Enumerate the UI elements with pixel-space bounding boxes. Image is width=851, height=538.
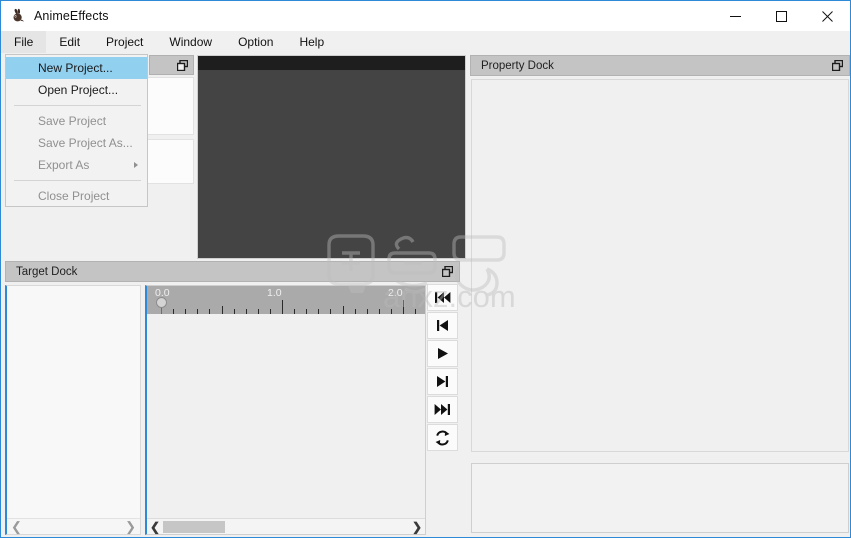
ruler-tick — [343, 306, 344, 314]
canvas-top-strip — [198, 56, 465, 70]
menu-separator-2 — [14, 180, 141, 181]
object-tree-panel[interactable]: ❮ ❯ — [5, 285, 141, 535]
menu-window[interactable]: Window — [156, 31, 225, 53]
menu-item-save-project: Save Project — [38, 114, 107, 128]
menu-item-export-as: Export As — [6, 154, 147, 176]
file-menu-dropdown: New Project... Open Project... Save Proj… — [5, 54, 148, 207]
menu-project[interactable]: Project — [93, 31, 156, 53]
menu-item-new-project[interactable]: New Project... — [6, 57, 147, 79]
minimize-button[interactable] — [712, 1, 758, 31]
ruler-tick — [222, 306, 223, 314]
scroll-left-icon[interactable]: ❮ — [11, 520, 22, 533]
ruler-label-2: 2.0 — [388, 287, 403, 299]
object-tree-hscrollbar[interactable]: ❮ ❯ — [7, 518, 140, 534]
menu-bar: File Edit Project Window Option Help — [1, 31, 850, 54]
tool-dock-titlebar — [149, 55, 194, 75]
object-tree-body[interactable] — [7, 286, 140, 518]
bottom-right-panel[interactable] — [471, 463, 849, 533]
timeline-scroll-thumb[interactable] — [163, 520, 225, 533]
menu-item-open-project[interactable]: Open Project... — [6, 79, 147, 101]
loop-toggle-button[interactable] — [427, 424, 458, 451]
playback-controls — [427, 284, 459, 452]
timeline-body[interactable] — [147, 314, 425, 518]
close-button[interactable] — [804, 1, 850, 31]
rabbit-app-icon — [10, 8, 26, 24]
target-dock-titlebar: Target Dock — [5, 261, 460, 282]
timeline-scroll-track[interactable] — [163, 519, 409, 535]
maximize-button[interactable] — [758, 1, 804, 31]
timeline-hscrollbar[interactable]: ❮ ❯ — [147, 518, 425, 534]
float-restore-icon[interactable] — [832, 60, 843, 71]
scroll-right-icon[interactable]: ❯ — [125, 520, 136, 533]
float-restore-icon[interactable] — [442, 266, 453, 277]
menu-item-close-project: Close Project — [38, 189, 110, 203]
menu-help[interactable]: Help — [286, 31, 337, 53]
timeline-ruler[interactable]: 0.0 1.0 2.0 — [147, 286, 425, 314]
window-controls — [712, 1, 850, 31]
float-restore-icon[interactable] — [177, 59, 188, 71]
property-dock-title: Property Dock — [481, 59, 554, 72]
ruler-tick — [403, 300, 404, 314]
window-title: AnimeEffects — [34, 9, 109, 23]
scroll-left-icon[interactable]: ❮ — [147, 519, 163, 535]
ruler-label-1: 1.0 — [267, 287, 282, 299]
property-dock-titlebar: Property Dock — [470, 55, 850, 76]
canvas-viewport[interactable] — [197, 55, 466, 259]
title-bar: AnimeEffects — [1, 1, 850, 31]
next-keyframe-button[interactable] — [427, 368, 458, 395]
play-button[interactable] — [427, 340, 458, 367]
menu-item-save-project-as: Save Project As... — [38, 136, 133, 150]
ruler-tick — [282, 300, 283, 314]
submenu-arrow-icon — [134, 161, 138, 168]
timeline-panel[interactable]: 0.0 1.0 2.0 ❮ ❯ — [145, 285, 426, 535]
property-dock-body[interactable] — [471, 79, 849, 452]
menu-separator-1 — [14, 105, 141, 106]
target-dock-title: Target Dock — [16, 265, 78, 278]
scroll-right-icon[interactable]: ❯ — [409, 519, 425, 535]
menu-item-export-as-label: Export As — [38, 158, 90, 172]
menu-edit[interactable]: Edit — [46, 31, 93, 53]
target-dock: Target Dock ❮ ❯ 0.0 1.0 2.0 ❮ ❯ — [5, 261, 460, 535]
property-dock: Property Dock — [470, 55, 850, 454]
fast-forward-button[interactable] — [427, 396, 458, 423]
playhead-handle[interactable] — [156, 297, 167, 308]
previous-keyframe-button[interactable] — [427, 312, 458, 339]
menu-file[interactable]: File — [1, 31, 47, 53]
menu-option[interactable]: Option — [225, 31, 286, 53]
application-window: AnimeEffects File Edit Project Window Op… — [0, 0, 851, 538]
rewind-to-start-button[interactable] — [427, 284, 458, 311]
